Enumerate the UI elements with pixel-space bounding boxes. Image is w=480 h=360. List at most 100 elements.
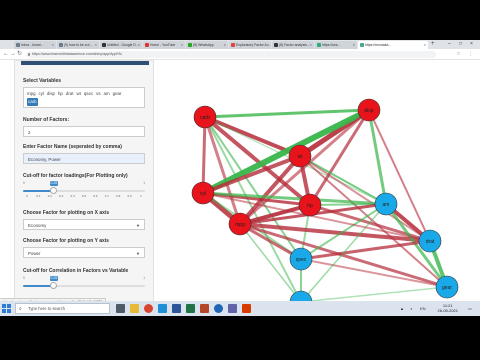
close-icon[interactable]: × — [353, 41, 355, 49]
outlook-icon[interactable] — [158, 304, 167, 313]
num-factors-input[interactable]: 2 — [23, 126, 145, 137]
cutoff-loadings-slider[interactable]: 0 1 0.25 0 0.1 0.2 0.3 0.4 0.5 0.6 0.7 0.8 0.9 1 — [23, 181, 145, 199]
variable-chip[interactable]: vs — [96, 90, 100, 98]
search-icon: ⌕ — [19, 306, 22, 312]
task-view-icon[interactable] — [116, 304, 125, 313]
chevron-down-icon: ▼ — [136, 223, 140, 228]
file-explorer-icon[interactable] — [130, 304, 139, 313]
cutoff-corr-slider[interactable]: 0 1 0.25 — [23, 276, 145, 294]
tab-google-docs[interactable]: Untitled - Google D... × — [100, 41, 142, 49]
windows-start-icon[interactable] — [2, 304, 11, 313]
lock-icon — [28, 52, 30, 56]
node-gear[interactable]: gear — [435, 275, 459, 299]
close-icon[interactable]: × — [138, 41, 140, 49]
r-studio-icon[interactable] — [214, 304, 223, 313]
variable-chip[interactable]: hp — [58, 90, 63, 98]
tab-factor-analysis[interactable]: (8) Factor analysis... × — [272, 41, 314, 49]
scrolled-header-bar — [21, 61, 149, 65]
node-label: gear — [442, 285, 452, 291]
chrome-icon[interactable] — [144, 304, 153, 313]
tab-how-to[interactable]: (9) how to be a d... × — [57, 41, 99, 49]
edge-vs-am — [300, 203, 387, 303]
notification-icon[interactable]: ▭ — [468, 306, 472, 311]
node-disp[interactable]: disp — [357, 98, 381, 122]
close-icon[interactable]: × — [424, 41, 426, 49]
toolbar-icons[interactable]: ☆ ⋮ — [456, 50, 476, 58]
network-icon[interactable]: ▲ — [400, 306, 404, 311]
taskbar-search-box[interactable]: ⌕ Type here to search — [15, 303, 110, 314]
system-clock[interactable]: 11:21 26-05-2021 — [438, 303, 458, 313]
edge-carb-cyl — [201, 116, 207, 194]
excel-icon[interactable] — [186, 304, 195, 313]
new-tab-button[interactable]: + — [431, 40, 435, 49]
node-label: disp — [364, 108, 373, 114]
node-qsec[interactable]: qsec — [289, 247, 313, 271]
variables-multiselect[interactable]: mpg cyl disp hp drat wt qsec vs am gear carb — [23, 87, 145, 108]
node-drat[interactable]: drat — [418, 229, 442, 253]
node-hp[interactable]: hp — [298, 193, 322, 217]
tab-renutaka-active[interactable]: https://renutaka... × — [358, 41, 428, 49]
tab-gmail[interactable]: Inbox - kmari... × — [14, 41, 56, 49]
cutoff-loadings-label: Cut-off for factor loadings(For Plotting… — [23, 173, 128, 179]
tab-ses[interactable]: https://ses... × — [315, 41, 357, 49]
variable-chip[interactable]: gear — [113, 90, 122, 98]
close-icon[interactable]: × — [267, 41, 269, 49]
reload-icon[interactable]: ↻ — [17, 50, 22, 58]
variable-chip[interactable]: cyl — [39, 90, 44, 98]
tab-exploratory-fa[interactable]: Exploratory Factor A... × — [229, 41, 271, 49]
node-mpg[interactable]: mpg — [228, 212, 252, 236]
variable-chip-selected[interactable]: carb — [27, 98, 38, 106]
close-icon[interactable]: × — [95, 41, 97, 49]
volume-icon[interactable]: ◖ — [410, 306, 412, 311]
variable-chip[interactable]: wt — [76, 90, 80, 98]
office-icon[interactable] — [242, 304, 251, 313]
factor-names-label: Enter Factor Name (seperated by comma) — [23, 144, 122, 150]
whatsapp-icon — [188, 43, 192, 47]
close-icon[interactable]: × — [224, 41, 226, 49]
teams-icon[interactable] — [228, 304, 237, 313]
tab-youtube[interactable]: Home - YouTube × — [143, 41, 185, 49]
node-am[interactable]: am — [374, 192, 398, 216]
slider-value-bubble: 0.25 — [49, 276, 59, 281]
slider-handle[interactable] — [50, 187, 57, 194]
close-icon[interactable]: × — [181, 41, 183, 49]
variable-chip[interactable]: am — [104, 90, 110, 98]
node-label: carb — [200, 115, 210, 121]
x-axis-select[interactable]: Economy ▼ — [23, 219, 145, 230]
node-label: mpg — [235, 222, 245, 228]
node-carb[interactable]: carb — [193, 105, 217, 129]
close-icon[interactable]: × — [52, 41, 54, 49]
tab-whatsapp[interactable]: (8) WhatsApp × — [186, 41, 228, 49]
slider-handle[interactable] — [50, 282, 57, 289]
language-icon[interactable]: EN — [420, 306, 426, 311]
page-icon — [360, 43, 364, 47]
node-wt[interactable]: wt — [288, 144, 312, 168]
slider-tick-label: 0.2 — [47, 194, 52, 198]
network-edges — [201, 107, 449, 303]
forward-icon[interactable]: → — [10, 50, 16, 58]
variable-chip[interactable]: drat — [66, 90, 74, 98]
factor-names-input[interactable]: Economy, Power — [23, 153, 145, 164]
y-axis-select[interactable]: Power ▼ — [23, 247, 145, 258]
variable-chip[interactable]: mpg — [27, 90, 36, 98]
close-window-button[interactable]: × — [470, 40, 473, 49]
maximize-button[interactable]: □ — [459, 40, 462, 49]
slider-fill — [23, 190, 54, 192]
word-icon[interactable] — [172, 304, 181, 313]
slider-tick-label: 0.3 — [59, 194, 64, 198]
variable-chip[interactable]: disp — [47, 90, 55, 98]
node-cyl[interactable]: cyl — [191, 181, 215, 205]
back-icon[interactable]: ← — [3, 50, 9, 58]
close-icon[interactable]: × — [310, 41, 312, 49]
x-axis-label: Choose Factor for plotting on X axis — [23, 210, 110, 216]
node-label: wt — [298, 154, 304, 160]
minimize-button[interactable]: – — [448, 40, 451, 49]
slider-min: 0 — [23, 276, 25, 280]
youtube-icon — [145, 43, 149, 47]
page-icon — [231, 43, 235, 47]
edge-carb-disp — [204, 108, 370, 119]
powerpoint-icon[interactable] — [200, 304, 209, 313]
node-label: cyl — [200, 191, 206, 197]
variable-chip[interactable]: qsec — [84, 90, 93, 98]
url-field[interactable]: https://www.learnwithdatascience.com/shi… — [26, 50, 436, 58]
